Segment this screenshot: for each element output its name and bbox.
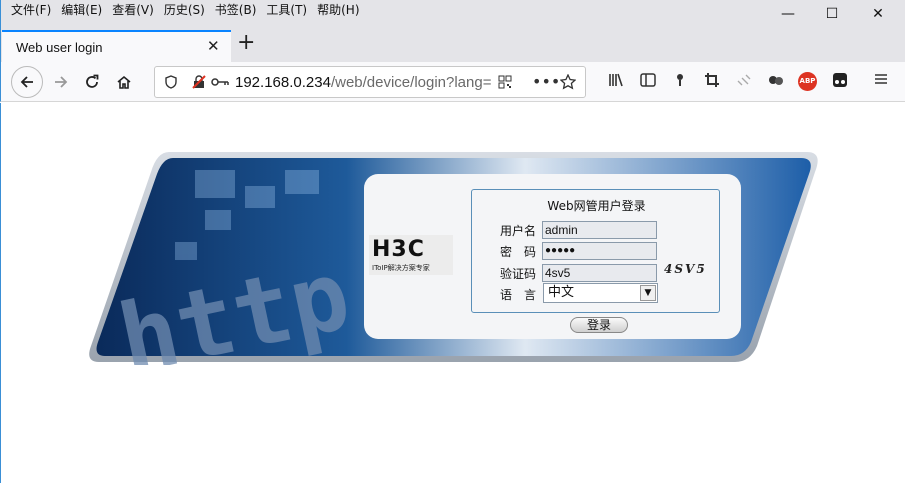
- login-form: Web网管用户登录 用户名 admin 密 码 ●●●●● 验证码 4sv5 4…: [471, 189, 720, 313]
- tab-close-icon[interactable]: ✕: [207, 37, 220, 55]
- tampermonkey-icon[interactable]: [832, 72, 848, 88]
- language-select[interactable]: 中文 ▼: [543, 283, 658, 303]
- language-label: 语 言: [500, 288, 537, 302]
- new-tab-button[interactable]: +: [237, 31, 255, 55]
- h3c-logo: H3C IToIP解决方案专家: [369, 235, 453, 275]
- menu-bookmarks[interactable]: 书签(B): [215, 2, 257, 18]
- close-window-button[interactable]: ✕: [855, 2, 901, 26]
- key-icon[interactable]: [211, 77, 229, 87]
- link-icon[interactable]: [736, 72, 752, 88]
- sidebar-icon[interactable]: [640, 72, 656, 88]
- username-input[interactable]: admin: [542, 221, 657, 239]
- forward-button[interactable]: [46, 67, 76, 97]
- url-host: 192.168.0.234: [235, 74, 331, 91]
- language-selected: 中文: [548, 285, 575, 300]
- menu-help[interactable]: 帮助(H): [317, 2, 359, 18]
- url-path: /web/device/login?lang=: [330, 74, 492, 91]
- extension-circles-icon[interactable]: [767, 72, 785, 88]
- menu-view[interactable]: 查看(V): [112, 2, 154, 18]
- crop-icon[interactable]: [704, 72, 720, 88]
- logo-sub-text: IToIP解决方案专家: [372, 264, 430, 272]
- menu-tools[interactable]: 工具(T): [266, 2, 307, 18]
- navigation-bar: 192.168.0.234/web/device/login?lang= •••…: [0, 62, 905, 102]
- qr-code-icon[interactable]: [498, 75, 512, 89]
- bookmark-star-icon[interactable]: [560, 74, 576, 90]
- library-icon[interactable]: [608, 72, 624, 88]
- menu-edit[interactable]: 编辑(E): [61, 2, 102, 18]
- url-text: 192.168.0.234/web/device/login?lang=: [235, 74, 491, 91]
- back-button[interactable]: [11, 66, 43, 98]
- menu-bar: 文件(F) 编辑(E) 查看(V) 历史(S) 书签(B) 工具(T) 帮助(H…: [0, 0, 905, 28]
- tab-web-user-login[interactable]: Web user login ✕: [2, 30, 231, 62]
- tab-bar: Web user login ✕ +: [0, 28, 905, 62]
- minimize-button[interactable]: —: [765, 2, 811, 26]
- home-button[interactable]: [109, 67, 139, 97]
- menu-file[interactable]: 文件(F): [11, 2, 51, 18]
- shield-icon[interactable]: [164, 75, 178, 89]
- insecure-lock-icon[interactable]: [192, 75, 206, 89]
- captcha-image[interactable]: 4SV5: [664, 262, 707, 276]
- captcha-input[interactable]: 4sv5: [542, 264, 657, 282]
- arrow-right-icon: [55, 76, 68, 88]
- login-button[interactable]: 登录: [570, 317, 628, 333]
- chevron-down-icon[interactable]: ▼: [640, 285, 656, 301]
- password-label: 密 码: [500, 245, 537, 259]
- captcha-label: 验证码: [500, 267, 537, 281]
- url-bar[interactable]: 192.168.0.234/web/device/login?lang= •••: [154, 66, 586, 98]
- reload-icon: [86, 74, 99, 88]
- hamburger-menu-icon[interactable]: [874, 72, 888, 86]
- home-icon: [117, 75, 131, 89]
- tab-title: Web user login: [16, 40, 103, 55]
- username-label: 用户名: [500, 224, 537, 238]
- main-menu: 文件(F) 编辑(E) 查看(V) 历史(S) 书签(B) 工具(T) 帮助(H…: [11, 2, 370, 18]
- password-input[interactable]: ●●●●●: [542, 242, 657, 260]
- page-actions-icon[interactable]: •••: [532, 72, 560, 91]
- arrow-left-icon: [20, 76, 33, 88]
- logo-main-text: H3C: [372, 237, 425, 262]
- menu-history[interactable]: 历史(S): [164, 2, 205, 18]
- login-title: Web网管用户登录: [547, 199, 646, 213]
- maximize-button[interactable]: ☐: [809, 2, 855, 26]
- adblock-icon[interactable]: ABP: [798, 72, 817, 91]
- reload-button[interactable]: [77, 67, 107, 97]
- extension-pin-icon[interactable]: [674, 72, 686, 88]
